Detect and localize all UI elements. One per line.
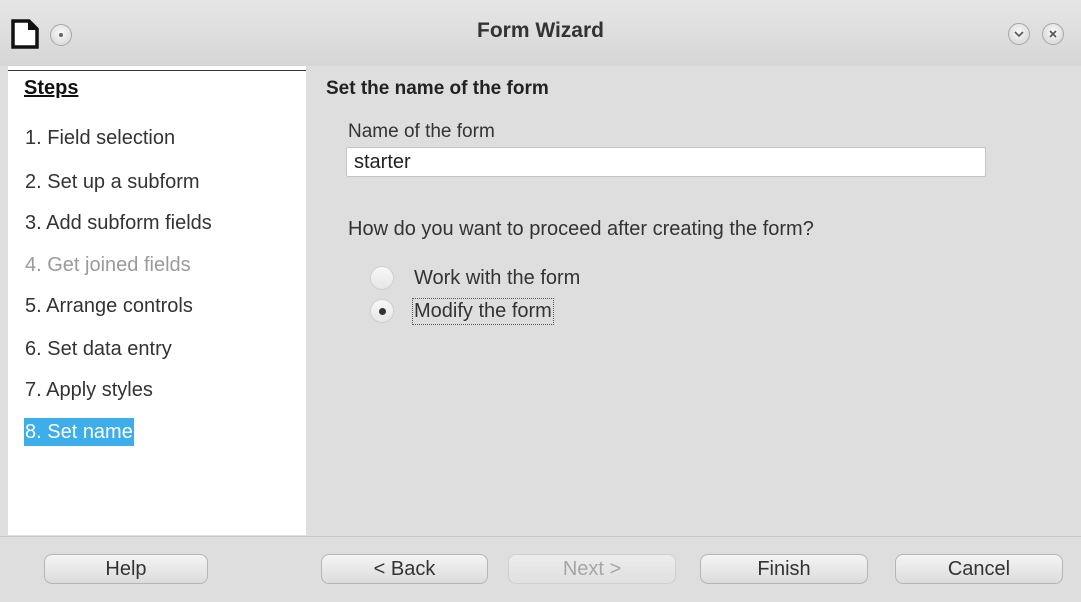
footer-divider — [0, 536, 1081, 537]
form-name-input[interactable] — [346, 147, 986, 177]
modify-form-label[interactable]: Modify the form — [412, 297, 554, 325]
finish-button[interactable]: Finish — [700, 554, 868, 584]
steps-heading: Steps — [24, 77, 79, 99]
option-work-with-form[interactable]: Work with the form — [370, 266, 580, 290]
step-arrange-controls[interactable]: 5. Arrange controls — [24, 292, 194, 320]
back-button[interactable]: < Back — [321, 554, 488, 584]
form-name-label: Name of the form — [348, 121, 495, 142]
work-with-form-radio[interactable] — [370, 266, 394, 290]
title-bar: Form Wizard — [0, 0, 1081, 66]
help-button[interactable]: Help — [44, 554, 208, 584]
steps-divider — [8, 70, 306, 71]
close-icon[interactable] — [1042, 23, 1064, 45]
modify-form-radio[interactable] — [370, 299, 394, 323]
step-apply-styles[interactable]: 7. Apply styles — [24, 376, 154, 404]
section-heading: Set the name of the form — [326, 78, 549, 99]
step-add-subform-fields[interactable]: 3. Add subform fields — [24, 209, 213, 237]
minimize-icon[interactable] — [1008, 23, 1030, 45]
window-title: Form Wizard — [477, 19, 604, 42]
next-button: Next > — [508, 554, 676, 584]
step-field-selection[interactable]: 1. Field selection — [24, 124, 176, 152]
step-get-joined-fields: 4. Get joined fields — [25, 254, 191, 276]
option-modify-form[interactable]: Modify the form — [370, 297, 554, 325]
work-with-form-label[interactable]: Work with the form — [414, 267, 580, 290]
step-set-data-entry[interactable]: 6. Set data entry — [24, 335, 173, 363]
proceed-question: How do you want to proceed after creatin… — [348, 218, 814, 240]
step-set-name[interactable]: 8. Set name — [24, 418, 134, 446]
step-set-up-subform[interactable]: 2. Set up a subform — [24, 168, 201, 196]
cancel-button[interactable]: Cancel — [895, 554, 1063, 584]
